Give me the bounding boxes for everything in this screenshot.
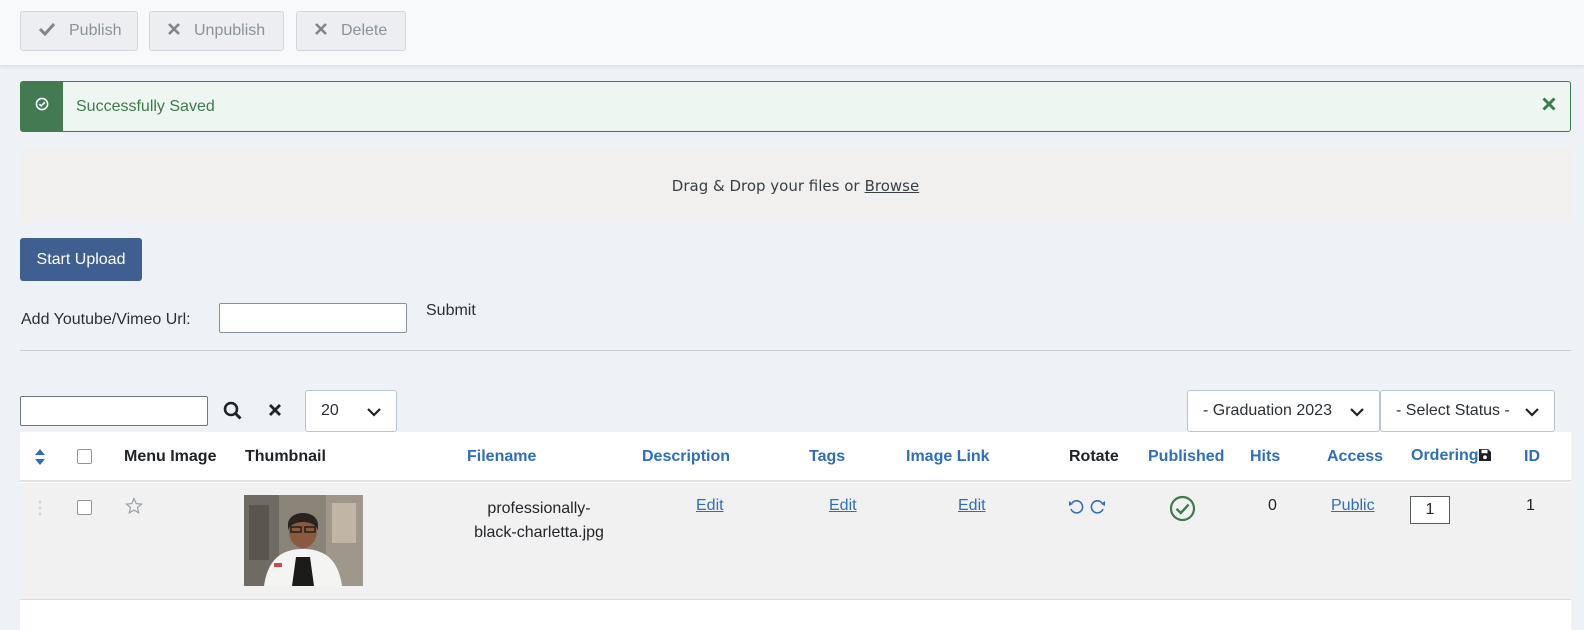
- unpublish-label: Unpublish: [194, 22, 266, 39]
- success-alert: Successfully Saved: [20, 81, 1571, 132]
- start-upload-button[interactable]: Start Upload: [20, 238, 142, 281]
- access-link[interactable]: Public: [1331, 497, 1375, 515]
- alert-message: Successfully Saved: [76, 97, 215, 115]
- hits-value: 0: [1268, 497, 1277, 514]
- limit-select[interactable]: 20: [305, 390, 397, 432]
- header-rotate: Rotate: [1069, 448, 1119, 465]
- chevron-down-icon: [1349, 404, 1365, 420]
- header-description[interactable]: Description: [642, 448, 730, 466]
- publish-label: Publish: [69, 22, 122, 39]
- header-menu-image: Menu Image: [124, 448, 217, 465]
- edit-image-link[interactable]: Edit: [958, 497, 986, 515]
- header-published[interactable]: Published: [1148, 448, 1224, 466]
- sort-icon[interactable]: [35, 449, 45, 470]
- published-check-icon[interactable]: [1169, 495, 1196, 527]
- dropzone-text: Drag & Drop your files or: [671, 176, 860, 195]
- limit-value: 20: [321, 402, 339, 419]
- save-order-icon[interactable]: [1478, 448, 1492, 467]
- filename-line: professionally-: [487, 500, 591, 517]
- row-checkbox[interactable]: [77, 500, 92, 515]
- divider: [20, 350, 1571, 351]
- close-icon: [315, 22, 327, 40]
- header-hits[interactable]: Hits: [1250, 448, 1280, 466]
- select-all-checkbox[interactable]: [77, 449, 92, 464]
- check-circle-icon: [35, 97, 49, 116]
- close-icon: [168, 22, 180, 40]
- video-url-label: Add Youtube/Vimeo Url:: [21, 311, 191, 328]
- publish-button[interactable]: Publish: [20, 11, 138, 51]
- edit-tags-link[interactable]: Edit: [829, 497, 857, 515]
- images-table: Menu Image Thumbnail Filename Descriptio…: [20, 432, 1571, 630]
- video-submit-button[interactable]: Submit: [426, 302, 476, 320]
- status-value: - Select Status -: [1396, 402, 1510, 419]
- header-thumbnail: Thumbnail: [245, 448, 326, 465]
- table-row: professionally- black-charletta.jpg Edit…: [20, 483, 1571, 600]
- edit-description-link[interactable]: Edit: [696, 497, 724, 515]
- delete-label: Delete: [341, 22, 388, 39]
- toolbar: Publish Unpublish Delete: [0, 0, 1584, 66]
- chevron-down-icon: [1524, 404, 1540, 420]
- ordering-input[interactable]: 1: [1410, 496, 1450, 524]
- alert-side: [21, 82, 63, 131]
- video-url-input[interactable]: [219, 303, 407, 333]
- header-filename[interactable]: Filename: [467, 448, 536, 466]
- header-tags[interactable]: Tags: [809, 448, 845, 466]
- rotate-right-icon[interactable]: [1088, 499, 1106, 520]
- category-value: - Graduation 2023: [1203, 402, 1332, 419]
- filename-line: black-charletta.jpg: [474, 524, 604, 541]
- header-id[interactable]: ID: [1524, 448, 1540, 466]
- filename-cell: professionally- black-charletta.jpg: [474, 497, 604, 545]
- unpublish-button[interactable]: Unpublish: [149, 11, 284, 51]
- header-access[interactable]: Access: [1327, 448, 1383, 466]
- alert-close-button[interactable]: [1542, 91, 1556, 117]
- id-value: 1: [1526, 497, 1535, 514]
- search-icon[interactable]: [222, 400, 244, 422]
- close-icon: [269, 404, 281, 416]
- delete-button[interactable]: Delete: [296, 11, 406, 51]
- drag-handle-icon[interactable]: [38, 500, 42, 521]
- thumbnail-image[interactable]: [244, 495, 363, 586]
- check-icon: [38, 22, 56, 41]
- upload-dropzone[interactable]: Drag & Drop your files or Browse: [20, 149, 1571, 222]
- close-icon: [1542, 97, 1556, 111]
- category-select[interactable]: - Graduation 2023: [1187, 390, 1380, 432]
- status-select[interactable]: - Select Status -: [1380, 390, 1555, 432]
- browse-link[interactable]: Browse: [865, 177, 920, 195]
- star-icon[interactable]: [125, 496, 143, 520]
- search-input[interactable]: [20, 396, 208, 426]
- rotate-left-icon[interactable]: [1068, 499, 1086, 520]
- clear-search-button[interactable]: [268, 398, 282, 423]
- table-header: Menu Image Thumbnail Filename Descriptio…: [20, 432, 1571, 482]
- chevron-down-icon: [366, 404, 382, 420]
- header-image-link[interactable]: Image Link: [906, 448, 990, 466]
- header-ordering[interactable]: Ordering: [1411, 447, 1479, 465]
